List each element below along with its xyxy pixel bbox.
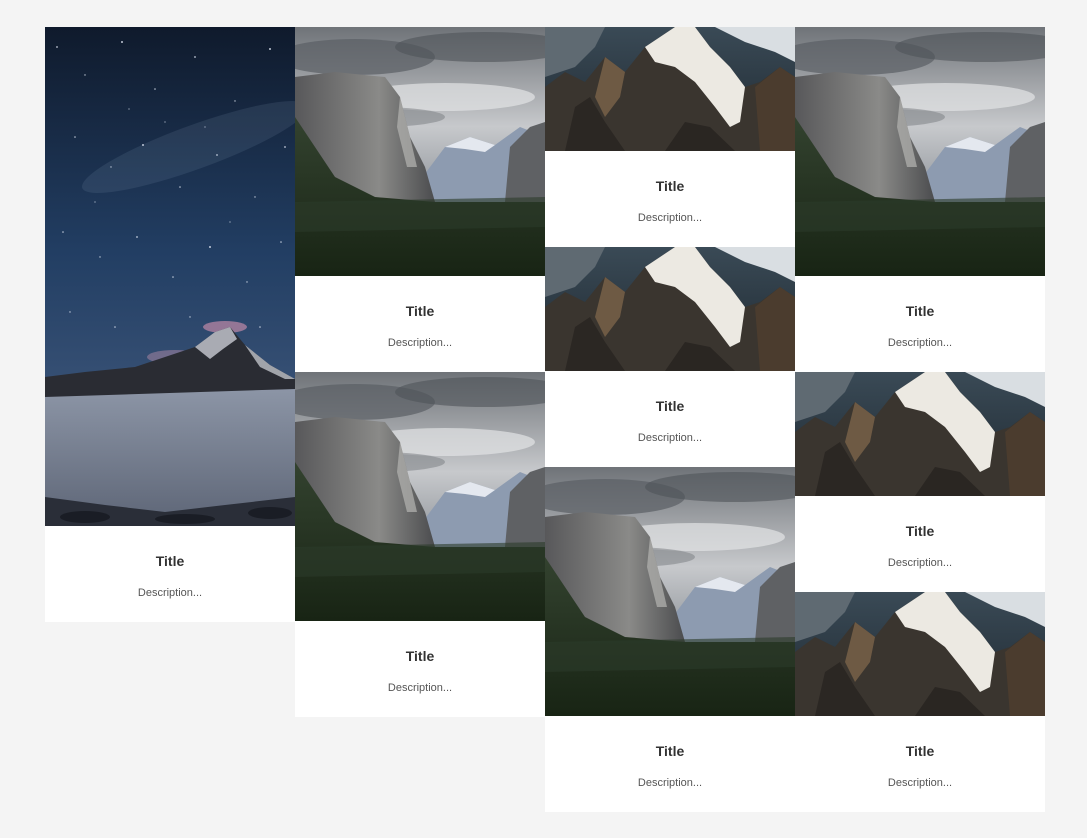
- card-description: Description...: [887, 337, 953, 349]
- snowy-peaks-photo: [795, 372, 1045, 496]
- card-caption: Title Description...: [295, 621, 545, 717]
- valley-photo: [545, 467, 795, 716]
- card-title: Title: [155, 553, 185, 569]
- card-title: Title: [655, 743, 685, 759]
- gallery-card[interactable]: Title Description...: [295, 372, 545, 717]
- gallery-column-3: Title Description... Title Description..…: [545, 27, 795, 812]
- gallery-column-1: Title Description...: [45, 27, 295, 622]
- card-title: Title: [905, 743, 935, 759]
- card-caption: Title Description...: [795, 276, 1045, 372]
- gallery-column-2: Title Description... Title Description..…: [295, 27, 545, 717]
- starry-mountain-photo: [45, 27, 295, 526]
- gallery-card[interactable]: Title Description...: [295, 27, 545, 372]
- masonry-gallery: Title Description... Title Description..…: [45, 27, 1045, 813]
- card-caption: Title Description...: [795, 496, 1045, 592]
- card-caption: Title Description...: [45, 526, 295, 622]
- snowy-peaks-photo: [545, 27, 795, 151]
- card-caption: Title Description...: [545, 716, 795, 812]
- card-description: Description...: [887, 557, 953, 569]
- gallery-card[interactable]: Title Description...: [795, 27, 1045, 372]
- card-description: Description...: [387, 337, 453, 349]
- card-caption: Title Description...: [795, 716, 1045, 812]
- gallery-card[interactable]: Title Description...: [795, 592, 1045, 812]
- card-title: Title: [905, 523, 935, 539]
- gallery-card[interactable]: Title Description...: [795, 372, 1045, 592]
- gallery-card[interactable]: Title Description...: [545, 247, 795, 467]
- snowy-peaks-photo: [795, 592, 1045, 716]
- valley-photo: [295, 27, 545, 276]
- gallery-card[interactable]: Title Description...: [545, 27, 795, 247]
- gallery-card[interactable]: Title Description...: [45, 27, 295, 622]
- card-description: Description...: [887, 777, 953, 789]
- card-description: Description...: [637, 777, 703, 789]
- gallery-column-4: Title Description... Title Description..…: [795, 27, 1045, 812]
- card-caption: Title Description...: [545, 371, 795, 467]
- card-title: Title: [405, 303, 435, 319]
- card-title: Title: [905, 303, 935, 319]
- card-title: Title: [655, 178, 685, 194]
- card-description: Description...: [137, 587, 203, 599]
- card-caption: Title Description...: [545, 151, 795, 247]
- gallery-card[interactable]: Title Description...: [545, 467, 795, 812]
- card-description: Description...: [637, 432, 703, 444]
- card-caption: Title Description...: [295, 276, 545, 372]
- card-description: Description...: [637, 212, 703, 224]
- snowy-peaks-photo: [545, 247, 795, 371]
- valley-photo: [295, 372, 545, 621]
- card-description: Description...: [387, 682, 453, 694]
- card-title: Title: [405, 648, 435, 664]
- card-title: Title: [655, 398, 685, 414]
- valley-photo: [795, 27, 1045, 276]
